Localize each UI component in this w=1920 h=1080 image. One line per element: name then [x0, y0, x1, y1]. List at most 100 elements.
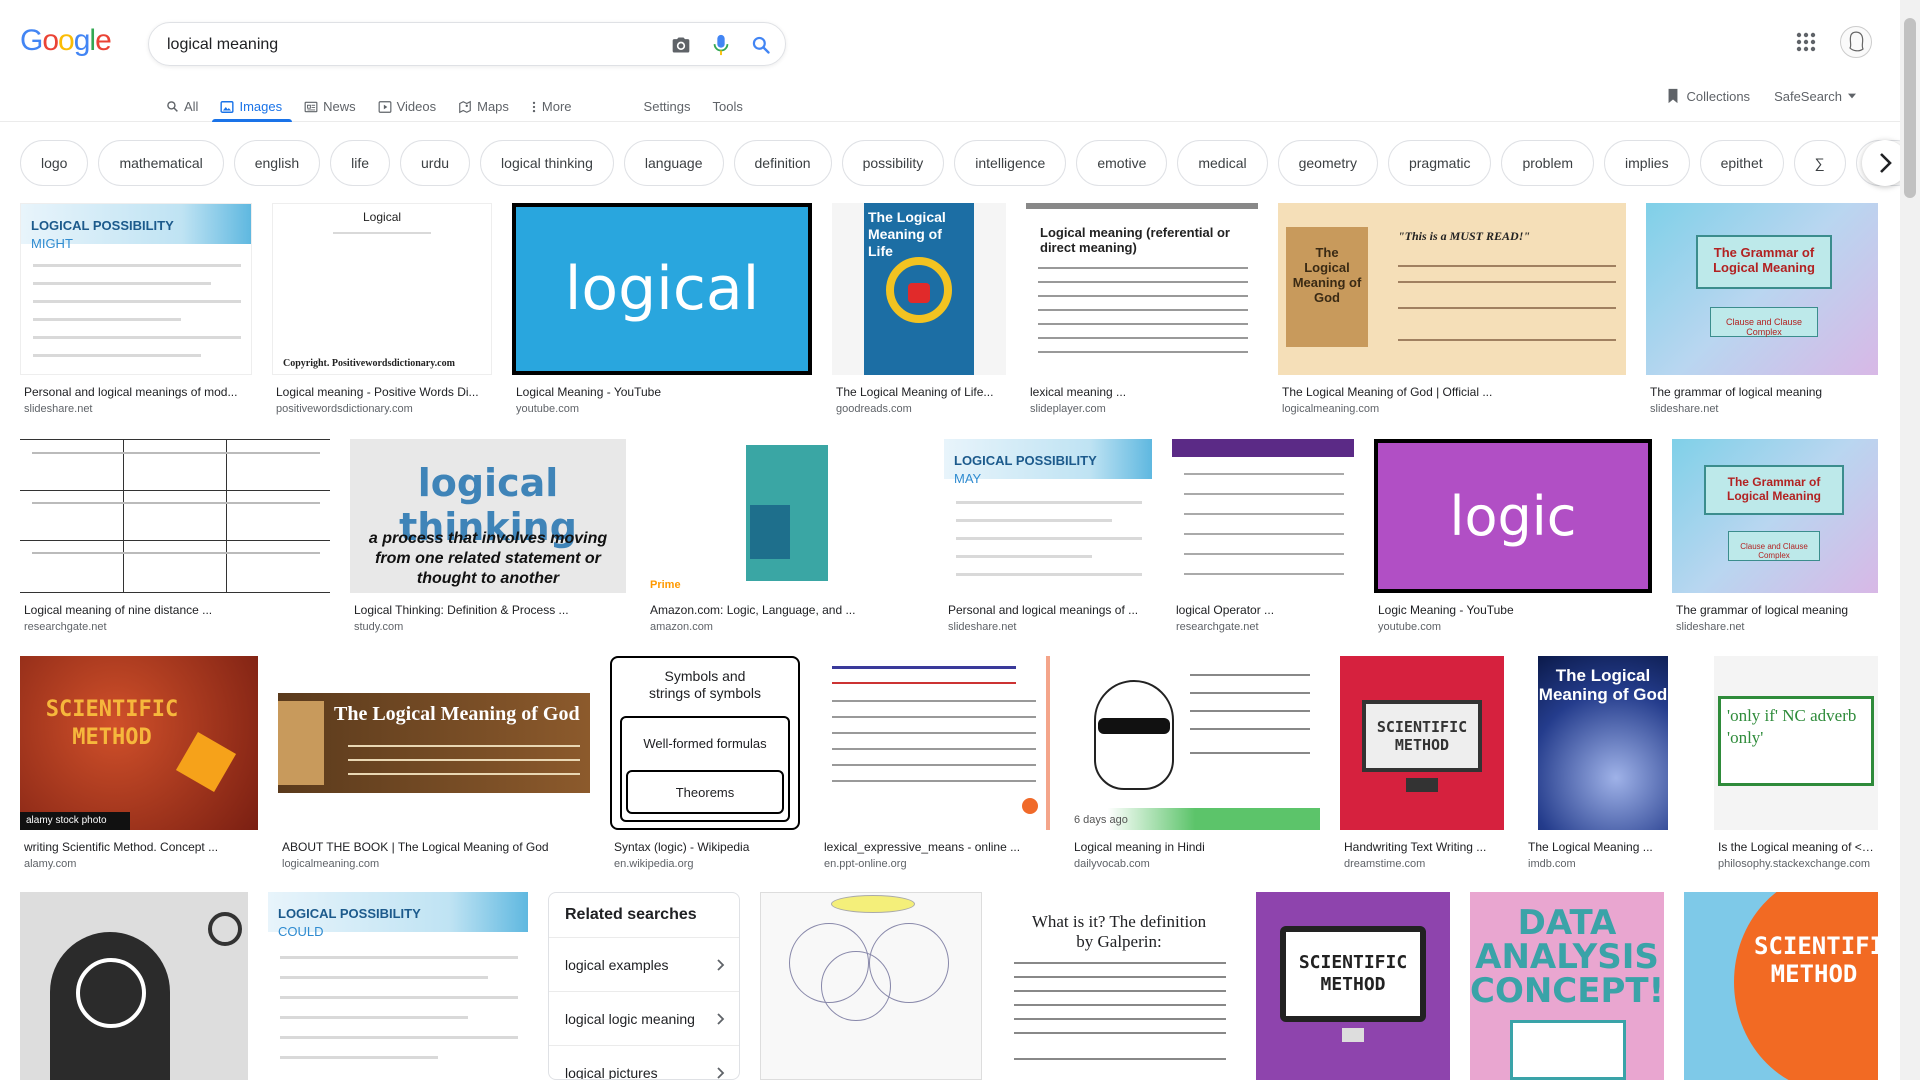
result-thumbnail: LOGICAL POSSIBILITY MAY: [944, 439, 1152, 593]
result-thumbnail: Prime: [646, 439, 924, 593]
result-card[interactable]: What is it? The definition by Galperin:: [1002, 892, 1236, 1080]
result-caption[interactable]: Is the Logical meaning of <onl...: [1714, 840, 1878, 854]
result-caption[interactable]: writing Scientific Method. Concept ...: [20, 840, 258, 854]
result-thumbnail: logical: [512, 203, 812, 375]
thumb-text: Clause and Clause Complex: [1728, 531, 1820, 561]
result-card[interactable]: Logical meaning (referential or direct m…: [1026, 203, 1258, 415]
result-source: researchgate.net: [1176, 621, 1259, 633]
result-thumbnail: SCIENTIFIC METHOD alamy stock photo: [20, 656, 258, 830]
thumb-text: Logical: [363, 210, 402, 224]
thumb-text: Theorems: [626, 770, 784, 814]
result-thumbnail: SCIENTIFIC METHOD: [1684, 892, 1878, 1080]
result-caption[interactable]: The grammar of logical meaning: [1646, 385, 1878, 399]
related-item-label: logical logic meaning: [565, 1010, 695, 1027]
result-card[interactable]: SCIENTIFIC METHOD Handwriting Text Writi…: [1340, 656, 1504, 870]
thumb-text: The Grammar of Logical Meaning: [1696, 235, 1832, 289]
result-thumbnail: [1172, 439, 1354, 593]
result-card[interactable]: The Grammar of Logical Meaning Clause an…: [1672, 439, 1878, 633]
result-source: youtube.com: [516, 403, 579, 415]
result-caption[interactable]: The Logical Meaning of Life...: [832, 385, 1006, 399]
result-thumbnail: DATA ANALYSIS CONCEPT!: [1470, 892, 1664, 1080]
result-source: positivewordsdictionary.com: [276, 403, 413, 415]
thumb-text: The Logical Meaning of God: [1538, 666, 1668, 704]
related-item[interactable]: logical examples: [549, 937, 739, 991]
result-caption[interactable]: Logical meaning of nine distance ...: [20, 603, 330, 617]
result-card[interactable]: Prime Amazon.com: Logic, Language, and .…: [646, 439, 924, 633]
scrollbar-thumb[interactable]: [1904, 18, 1916, 198]
result-source: slideshare.net: [24, 403, 93, 415]
result-source: dreamstime.com: [1344, 858, 1426, 870]
related-searches: Related searches logical examples logica…: [548, 892, 740, 1080]
related-item[interactable]: logical pictures: [549, 1045, 739, 1079]
result-card[interactable]: logical Operator ... researchgate.net: [1172, 439, 1354, 633]
thumb-text: LOGICAL POSSIBILITY: [954, 453, 1097, 468]
result-card[interactable]: The Logical Meaning of God ABOUT THE BOO…: [278, 656, 590, 870]
result-card[interactable]: 'only if' NC adverb 'only' Is the Logica…: [1714, 656, 1878, 870]
result-thumbnail: The Logical Meaning of God: [278, 656, 590, 830]
result-source: dailyvocab.com: [1074, 858, 1150, 870]
result-caption[interactable]: The Logical Meaning ...: [1524, 840, 1694, 854]
result-thumbnail: Logical Copyright. Positivewordsdictiona…: [272, 203, 492, 375]
result-card[interactable]: The Logical Meaning of God The Logical M…: [1524, 656, 1694, 870]
result-card[interactable]: LOGICAL POSSIBILITY COULD: [268, 892, 528, 1080]
result-card[interactable]: SCIENTIFIC METHOD: [1684, 892, 1878, 1080]
result-card[interactable]: logical Logical Meaning - YouTube youtub…: [512, 203, 812, 415]
result-thumbnail: logical thinking a process that involves…: [350, 439, 626, 593]
result-caption[interactable]: lexical_expressive_means - online ...: [820, 840, 1050, 854]
scrollbar[interactable]: [1900, 0, 1920, 1080]
result-card[interactable]: Symbols and strings of symbols Well-form…: [610, 656, 800, 870]
result-source: researchgate.net: [24, 621, 107, 633]
result-thumbnail: [20, 439, 330, 593]
result-caption[interactable]: Logical Meaning - YouTube: [512, 385, 812, 399]
result-caption[interactable]: Syntax (logic) - Wikipedia: [610, 840, 800, 854]
thumb-text: What is it? The definition by Galperin:: [1031, 912, 1207, 951]
thumb-text: SCIENTIFIC METHOD: [1754, 932, 1878, 988]
result-caption[interactable]: ABOUT THE BOOK | The Logical Meaning of …: [278, 840, 590, 854]
thumb-text: logic: [1378, 443, 1648, 589]
result-source: en.ppt-online.org: [824, 858, 907, 870]
result-source: slideplayer.com: [1030, 403, 1106, 415]
result-caption[interactable]: The grammar of logical meaning: [1672, 603, 1878, 617]
thumb-text: The Logical Meaning of God: [334, 703, 580, 725]
result-caption[interactable]: Logical Thinking: Definition & Process .…: [350, 603, 626, 617]
result-card[interactable]: SCIENTIFIC METHOD alamy stock photo writ…: [20, 656, 258, 870]
result-caption[interactable]: Amazon.com: Logic, Language, and ...: [646, 603, 924, 617]
result-caption[interactable]: Logic Meaning - YouTube: [1374, 603, 1652, 617]
thumb-text: 'only if' NC adverb 'only': [1718, 696, 1874, 786]
result-source: study.com: [354, 621, 404, 633]
result-caption[interactable]: Personal and logical meanings of ...: [944, 603, 1152, 617]
result-caption[interactable]: Logical meaning in Hindi: [1070, 840, 1320, 854]
result-caption[interactable]: lexical meaning ...: [1026, 385, 1258, 399]
result-card[interactable]: [760, 892, 982, 1080]
related-item[interactable]: logical logic meaning: [549, 991, 739, 1045]
result-thumbnail: SCIENTIFIC METHOD: [1256, 892, 1450, 1080]
thumb-text: alamy stock photo: [20, 812, 130, 830]
result-card[interactable]: LOGICAL POSSIBILITY MIGHT Personal and l…: [20, 203, 252, 415]
result-card[interactable]: The Logical Meaning of God "This is a MU…: [1278, 203, 1626, 415]
result-card[interactable]: DATA ANALYSIS CONCEPT!: [1470, 892, 1664, 1080]
result-thumbnail: LOGICAL POSSIBILITY COULD: [268, 892, 528, 1080]
result-card[interactable]: Logical Copyright. Positivewordsdictiona…: [272, 203, 492, 415]
result-caption[interactable]: Handwriting Text Writing ...: [1340, 840, 1504, 854]
result-card[interactable]: [20, 892, 248, 1080]
result-caption[interactable]: Personal and logical meanings of mod...: [20, 385, 252, 399]
result-card[interactable]: Logical meaning of nine distance ... res…: [20, 439, 330, 633]
result-caption[interactable]: The Logical Meaning of God | Official ..…: [1278, 385, 1626, 399]
thumb-text: 6 days ago: [1074, 814, 1128, 826]
result-caption[interactable]: Logical meaning - Positive Words Di...: [272, 385, 492, 399]
result-card[interactable]: logic Logic Meaning - YouTube youtube.co…: [1374, 439, 1652, 633]
result-card[interactable]: LOGICAL POSSIBILITY MAY Personal and log…: [944, 439, 1152, 633]
thumb-text: SCIENTIFIC METHOD: [1280, 926, 1426, 1022]
thumb-text: Well-formed formulas: [643, 736, 767, 751]
result-caption[interactable]: logical Operator ...: [1172, 603, 1354, 617]
result-card[interactable]: The Grammar of Logical Meaning Clause an…: [1646, 203, 1878, 415]
result-card[interactable]: SCIENTIFIC METHOD: [1256, 892, 1450, 1080]
result-card[interactable]: The Logical Meaning of Life The Logical …: [832, 203, 1006, 415]
result-card[interactable]: lexical_expressive_means - online ... en…: [820, 656, 1050, 870]
result-source: youtube.com: [1378, 621, 1441, 633]
result-thumbnail: logic: [1374, 439, 1652, 593]
chevron-right-icon: [717, 1012, 725, 1025]
result-card[interactable]: 6 days ago Logical meaning in Hindi dail…: [1070, 656, 1320, 870]
result-card[interactable]: logical thinking a process that involves…: [350, 439, 626, 633]
thumb-text: The Logical Meaning of God: [1286, 227, 1368, 347]
